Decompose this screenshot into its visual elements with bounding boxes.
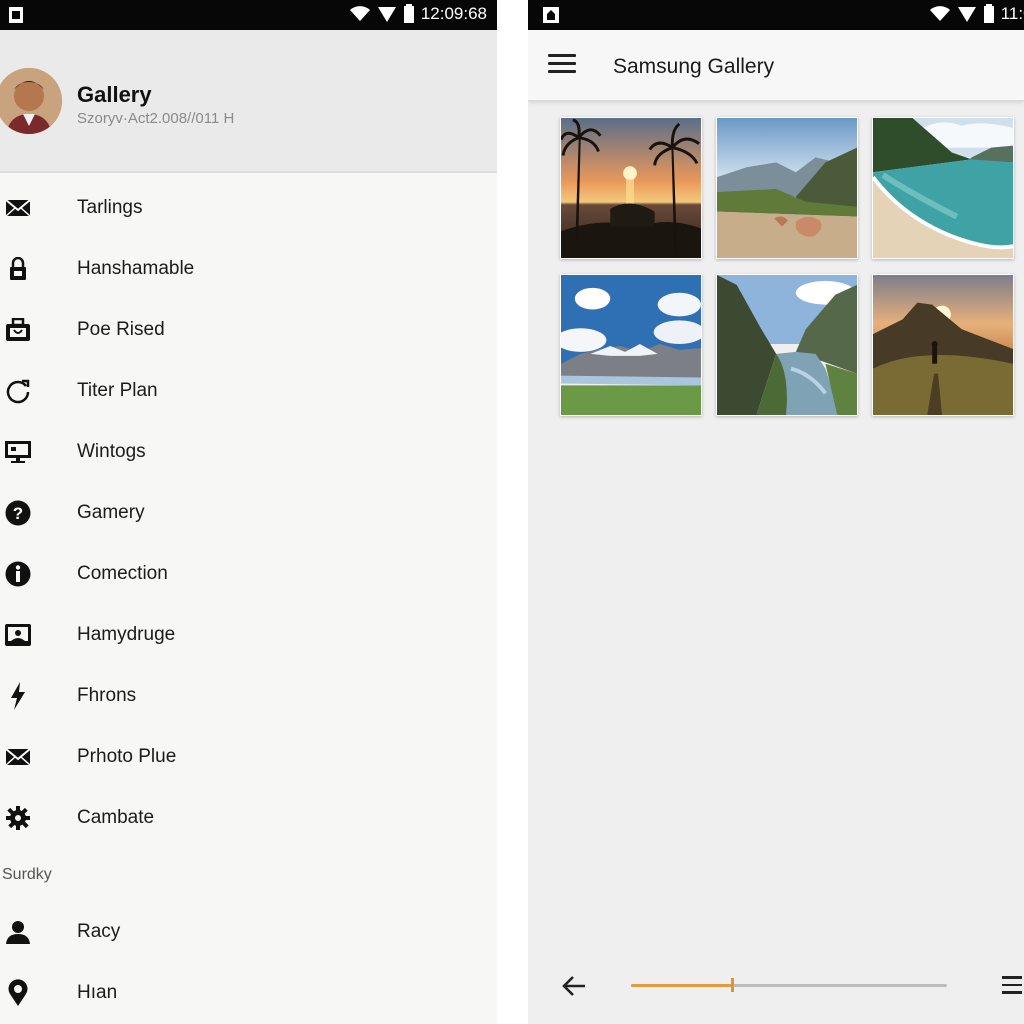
menu-item-hamydruge[interactable]: Hamydruge <box>0 610 497 660</box>
progress-slider[interactable] <box>631 978 947 992</box>
notification-icon <box>542 6 560 24</box>
lightning-icon <box>4 682 32 710</box>
battery-icon <box>983 4 995 24</box>
menu-item-poe-rised[interactable]: Poe Rised <box>0 305 497 355</box>
menu-item-label: Comection <box>77 563 168 584</box>
menu-item-label: Titer Plan <box>77 380 158 401</box>
photo-frame-icon <box>4 621 32 649</box>
refresh-icon <box>4 377 32 405</box>
menu-icon[interactable] <box>548 54 576 78</box>
svg-text:?: ? <box>13 504 23 523</box>
menu-item-label: Tarlings <box>77 197 143 218</box>
section-label: Surdky <box>2 866 52 883</box>
back-arrow-icon[interactable] <box>560 972 588 1000</box>
menu-item-label: Hıan <box>77 982 118 1003</box>
menu-item-prhoto-plue[interactable]: Prhoto Plue <box>0 732 497 782</box>
menu-item-titer-plan[interactable]: Titer Plan <box>0 366 497 416</box>
info-icon <box>4 560 32 588</box>
monitor-icon <box>4 438 32 466</box>
turquoise-bay-photo[interactable] <box>872 117 1014 259</box>
briefcase-icon <box>4 316 32 344</box>
rocky-beach-mountains-photo[interactable] <box>716 117 858 259</box>
signal-icon <box>957 5 977 23</box>
snowy-mountains-lake-photo[interactable] <box>560 274 702 416</box>
gear-icon <box>4 804 32 832</box>
menu-item-hanshamable[interactable]: Hanshamable <box>0 244 497 294</box>
menu-item-fhrons[interactable]: Fhrons <box>0 671 497 721</box>
avatar[interactable] <box>0 68 62 134</box>
menu-item-label: Gamery <box>77 502 145 523</box>
river-valley-photo[interactable] <box>716 274 858 416</box>
status-clock: 12:09:68 <box>420 4 487 23</box>
status-bar: 12:09:68 <box>0 0 497 30</box>
location-pin-icon <box>4 979 32 1007</box>
hiker-sunset-hill-photo[interactable] <box>872 274 1014 416</box>
tropical-sunset-photo[interactable] <box>560 117 702 259</box>
menu-item-comection[interactable]: Comection <box>0 549 497 599</box>
wifi-icon <box>349 5 371 23</box>
envelope-icon <box>4 743 32 771</box>
lock-icon <box>4 255 32 283</box>
slider-thumb[interactable] <box>731 978 735 992</box>
status-clock: 11:02 <box>1000 4 1024 23</box>
app-bar: Samsung Gallery <box>528 30 1024 102</box>
notification-icon <box>8 6 26 24</box>
envelope-icon <box>4 194 32 222</box>
menu-item-cambate[interactable]: Cambate <box>0 793 497 843</box>
help-icon: ? <box>4 499 32 527</box>
list-menu-icon[interactable] <box>1002 976 1022 996</box>
status-bar: 11:02 <box>528 0 1024 30</box>
menu-item-label: Hamydruge <box>77 624 176 645</box>
menu-item-label: Fhrons <box>77 685 137 706</box>
menu-item-label: Hanshamable <box>77 258 195 279</box>
menu-item-gamery[interactable]: ? Gamery <box>0 488 497 538</box>
navigation-drawer-screen: 12:09:68 Gallery Szoryv·Act2.008//011 H … <box>0 0 497 1024</box>
signal-icon <box>377 5 397 23</box>
drawer-subtitle: Szoryv·Act2.008//011 H <box>77 110 235 127</box>
slider-fill <box>631 984 733 987</box>
menu-item-hian[interactable]: Hıan <box>0 968 497 1018</box>
bottom-controls <box>528 950 1024 1024</box>
app-title: Samsung Gallery <box>613 55 775 78</box>
drawer-header: Gallery Szoryv·Act2.008//011 H <box>0 30 497 173</box>
menu-item-label: Prhoto Plue <box>77 746 177 767</box>
gallery-screen: 11:02 Samsung Gallery <box>528 0 1024 1024</box>
menu-item-racy[interactable]: Racy <box>0 907 497 957</box>
menu-item-label: Wintogs <box>77 441 146 462</box>
menu-item-label: Cambate <box>77 807 155 828</box>
menu-item-wintogs[interactable]: Wintogs <box>0 427 497 477</box>
battery-icon <box>403 4 415 24</box>
drawer-title: Gallery <box>77 82 152 107</box>
wifi-icon <box>929 5 951 23</box>
person-icon <box>4 918 32 946</box>
menu-item-label: Poe Rised <box>77 319 165 340</box>
menu-item-tarlings[interactable]: Tarlings <box>0 183 497 233</box>
menu-item-label: Racy <box>77 921 121 942</box>
